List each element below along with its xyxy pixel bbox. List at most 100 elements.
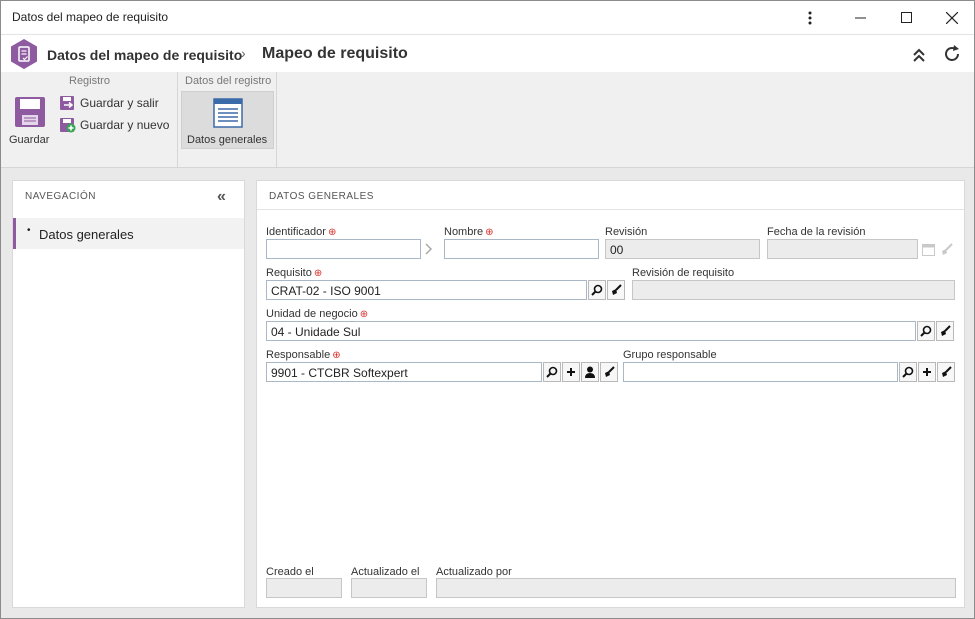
requisito-field[interactable]: CRAT-02 - ISO 9001 (266, 280, 587, 300)
clear-date-button[interactable] (937, 239, 955, 259)
document-form-icon (213, 98, 243, 128)
requisito-label: Requisito ⊕ (266, 267, 323, 279)
close-button[interactable] (929, 1, 975, 34)
save-and-new-button[interactable]: Guardar y nuevo (59, 116, 169, 134)
nombre-input[interactable] (444, 239, 599, 259)
unidad-negocio-label: Unidad de negocio ⊕ (266, 308, 369, 320)
minimize-icon (854, 17, 866, 19)
plus-icon (567, 368, 575, 376)
calendar-button[interactable] (919, 239, 937, 259)
unidad-negocio-search-button[interactable] (917, 321, 935, 341)
ribbon-group-registro-label: Registro (69, 75, 110, 87)
breadcrumb-parent[interactable]: Datos del mapeo de requisito (47, 47, 242, 63)
fecha-revision-label: Fecha de la revisión (767, 226, 866, 238)
close-icon (946, 11, 958, 24)
bullet-icon: • (27, 225, 31, 236)
revision-requisito-label: Revisión de requisito (632, 267, 735, 279)
actualizado-el-field (351, 578, 427, 598)
actualizado-por-field (436, 578, 956, 598)
grupo-responsable-search-button[interactable] (899, 362, 917, 382)
save-and-new-label: Guardar y nuevo (80, 118, 170, 132)
double-chevron-up-icon (913, 48, 925, 62)
window-title: Datos del mapeo de requisito (12, 10, 169, 24)
nav-item-general-data[interactable]: • Datos generales (13, 218, 244, 249)
identificador-next-button[interactable] (422, 239, 436, 259)
general-data-panel: DATOS GENERALES Identificador ⊕ Nombre ⊕ R… (256, 180, 965, 608)
header-bar: Datos del mapeo de requisito › Mapeo de … (1, 34, 974, 72)
revision-field: 00 (605, 239, 760, 259)
user-icon (585, 366, 595, 378)
eraser-broom-icon (942, 366, 952, 377)
ribbon-divider (276, 72, 277, 167)
fecha-revision-field (767, 239, 918, 259)
collapse-navigation-button[interactable]: « (217, 188, 226, 206)
requisito-search-button[interactable] (588, 280, 606, 300)
page-title: Mapeo de requisito (262, 45, 408, 62)
eraser-broom-icon (941, 242, 953, 255)
more-vertical-icon (808, 11, 812, 24)
section-divider (257, 209, 964, 210)
more-options-button[interactable] (787, 1, 833, 34)
eraser-broom-icon (941, 325, 951, 336)
save-button[interactable]: Guardar (7, 94, 53, 150)
creado-el-label: Creado el (266, 566, 314, 578)
magnifier-icon (920, 325, 932, 337)
save-exit-icon (60, 96, 74, 110)
responsable-user-button[interactable] (581, 362, 599, 382)
creado-el-field (266, 578, 342, 598)
ribbon-toolbar: Registro Datos del registro Guardar Guar… (1, 72, 974, 168)
responsable-search-button[interactable] (543, 362, 561, 382)
plus-icon (923, 368, 931, 376)
nombre-label: Nombre ⊕ (444, 226, 494, 238)
app-window: Datos del mapeo de requisito Datos del m… (0, 0, 975, 619)
navigation-title: NAVEGACIÓN (25, 191, 96, 202)
grupo-responsable-field[interactable] (623, 362, 898, 382)
collapse-header-button[interactable] (909, 45, 929, 65)
breadcrumb-separator: › (241, 45, 246, 61)
general-data-button[interactable]: Datos generales (181, 91, 274, 149)
grupo-responsable-label: Grupo responsable (623, 349, 717, 361)
floppy-disk-icon (15, 97, 45, 127)
ribbon-divider (177, 72, 178, 167)
minimize-button[interactable] (837, 1, 883, 34)
nav-item-label: Datos generales (39, 227, 134, 242)
revision-requisito-field (632, 280, 955, 300)
magnifier-icon (902, 366, 914, 378)
title-bar: Datos del mapeo de requisito (1, 1, 974, 34)
magnifier-icon (591, 284, 603, 296)
general-data-label: Datos generales (187, 134, 268, 146)
grupo-responsable-clear-button[interactable] (937, 362, 955, 382)
required-icon: ⊕ (313, 268, 323, 279)
refresh-button[interactable] (942, 44, 962, 64)
required-icon: ⊕ (485, 227, 494, 238)
eraser-broom-icon (612, 284, 622, 295)
maximize-icon (900, 12, 912, 23)
identificador-input[interactable] (266, 239, 421, 259)
actualizado-el-label: Actualizado el (351, 566, 420, 578)
requisito-clear-button[interactable] (607, 280, 625, 300)
grupo-responsable-add-button[interactable] (918, 362, 936, 382)
save-button-label: Guardar (9, 134, 50, 146)
section-title: DATOS GENERALES (269, 191, 374, 202)
unidad-negocio-field[interactable]: 04 - Unidade Sul (266, 321, 916, 341)
maximize-button[interactable] (883, 1, 929, 34)
responsable-field[interactable]: 9901 - CTCBR Softexpert (266, 362, 542, 382)
responsable-clear-button[interactable] (600, 362, 618, 382)
refresh-icon (945, 45, 959, 61)
responsable-label: Responsable ⊕ (266, 349, 341, 361)
unidad-negocio-clear-button[interactable] (936, 321, 954, 341)
save-and-exit-button[interactable]: Guardar y salir (59, 94, 159, 112)
required-icon: ⊕ (332, 350, 341, 361)
identificador-label: Identificador ⊕ (266, 226, 337, 238)
ribbon-group-datos-label: Datos del registro (185, 75, 272, 87)
required-icon: ⊕ (327, 227, 337, 238)
revision-label: Revisión (605, 226, 648, 238)
navigation-panel: NAVEGACIÓN « • Datos generales (12, 180, 245, 608)
actualizado-por-label: Actualizado por (436, 566, 512, 578)
requirement-app-icon (9, 38, 39, 70)
eraser-broom-icon (605, 366, 615, 377)
responsable-add-button[interactable] (562, 362, 580, 382)
chevron-right-icon (425, 243, 433, 255)
save-and-exit-label: Guardar y salir (80, 96, 159, 110)
calendar-icon (921, 243, 935, 256)
